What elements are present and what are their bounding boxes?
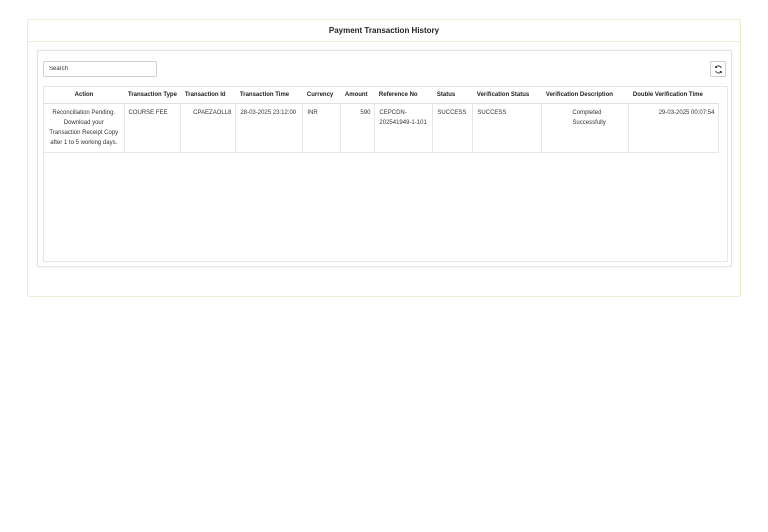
column-header-transaction-id[interactable]: Transaction Id xyxy=(180,87,236,104)
column-header-transaction-time[interactable]: Transaction Time xyxy=(235,87,303,104)
cell-transaction-id: CPAEZAOLL8 xyxy=(180,103,237,153)
page-title: Payment Transaction History xyxy=(28,20,740,42)
column-header-amount[interactable]: Amount xyxy=(340,87,375,104)
transactions-table: Action Transaction Type Transaction Id T… xyxy=(44,87,720,153)
cell-double-verification-time: 29-03-2025 00:07:54 xyxy=(628,103,720,153)
cell-verification-status: SUCCESS xyxy=(472,103,543,153)
cell-status: SUCCESS xyxy=(432,103,474,153)
transactions-table-container: Action Transaction Type Transaction Id T… xyxy=(43,86,728,262)
cell-verification-description: Completed Successfully xyxy=(541,103,630,153)
column-header-transaction-type[interactable]: Transaction Type xyxy=(124,87,181,104)
column-header-status[interactable]: Status xyxy=(432,87,473,104)
column-header-verification-description[interactable]: Verification Description xyxy=(541,87,629,104)
cell-transaction-time: 28-03-2025 23:12:00 xyxy=(235,103,304,153)
payment-history-card: Payment Transaction History Action xyxy=(27,19,741,297)
refresh-icon xyxy=(714,65,722,73)
column-header-currency[interactable]: Currency xyxy=(302,87,341,104)
cell-amount: 590 xyxy=(340,103,376,153)
refresh-button[interactable] xyxy=(710,61,726,77)
column-header-double-verification-time[interactable]: Double Verification Time xyxy=(628,87,719,104)
transactions-panel: Action Transaction Type Transaction Id T… xyxy=(37,50,732,267)
column-header-action[interactable]: Action xyxy=(44,87,124,104)
column-header-reference-no[interactable]: Reference No xyxy=(374,87,433,104)
column-header-verification-status[interactable]: Verification Status xyxy=(472,87,542,104)
cell-transaction-type: COURSE FEE xyxy=(124,103,182,153)
table-row: Reconciliation Pending. Download your Tr… xyxy=(44,103,720,153)
cell-currency: INR xyxy=(302,103,342,153)
cell-reference-no: CEPCDN-202541949-1-101 xyxy=(374,103,434,153)
table-header-row: Action Transaction Type Transaction Id T… xyxy=(44,87,719,104)
cell-action: Reconciliation Pending. Download your Tr… xyxy=(44,103,125,153)
search-input[interactable] xyxy=(43,61,157,77)
